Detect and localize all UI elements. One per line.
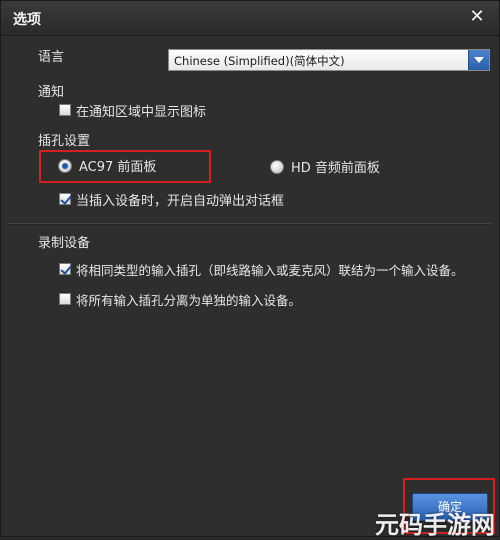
options-dialog: 选项 ✕ 语言 Chinese (Simplified)(简体中文) 通知 在通…	[0, 0, 500, 539]
watermark-text: 元码手游网	[375, 511, 495, 539]
dialog-title: 选项	[13, 12, 41, 28]
jack-settings-label: 插孔设置	[38, 134, 91, 149]
hd-audio-radio[interactable]	[270, 160, 284, 174]
link-same-type-checkbox[interactable]	[59, 263, 71, 275]
notification-label: 通知	[38, 85, 65, 100]
show-tray-icon-checkbox[interactable]	[59, 104, 71, 116]
auto-popup-label: 当插入设备时，开启自动弹出对话框	[76, 194, 285, 209]
language-select[interactable]: Chinese (Simplified)(简体中文)	[168, 49, 490, 71]
language-label: 语言	[38, 50, 65, 65]
show-tray-icon-label: 在通知区域中显示图标	[76, 105, 207, 120]
ac97-radio[interactable]	[58, 159, 72, 173]
auto-popup-checkbox[interactable]	[59, 193, 71, 205]
hd-audio-label: HD 音频前面板	[291, 161, 380, 176]
ac97-label: AC97 前面板	[79, 160, 157, 175]
chevron-down-icon[interactable]	[468, 50, 489, 70]
close-icon[interactable]: ✕	[467, 7, 487, 27]
separator	[9, 223, 491, 225]
separate-all-checkbox[interactable]	[59, 293, 71, 305]
language-select-value: Chinese (Simplified)(简体中文)	[174, 54, 345, 68]
separate-all-label: 将所有输入插孔分离为单独的输入设备。	[76, 293, 302, 308]
link-same-type-label: 将相同类型的输入插孔（即线路输入或麦克风）联结为一个输入设备。	[76, 263, 464, 278]
recording-label: 录制设备	[38, 236, 91, 251]
title-bar[interactable]: 选项 ✕	[1, 1, 499, 36]
